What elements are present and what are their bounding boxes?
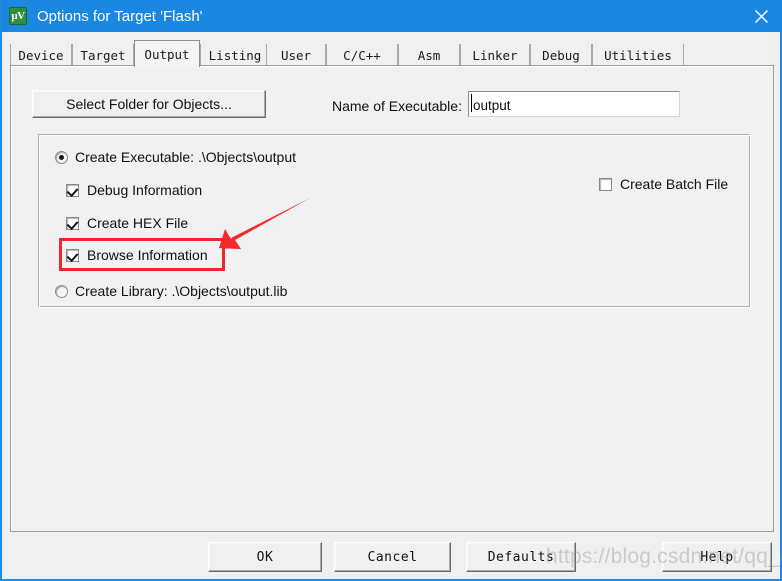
uvision-app-icon: µV (9, 7, 27, 25)
checkbox-browse-information[interactable]: Browse Information (66, 247, 208, 263)
tab-label: Listing (208, 47, 262, 63)
tab-device[interactable]: Device (10, 44, 72, 66)
tab-c-c[interactable]: C/C++ (326, 44, 398, 66)
titlebar: µV Options for Target 'Flash' (2, 0, 782, 32)
tab-listing[interactable]: Listing (200, 44, 270, 66)
tab-label: Asm (417, 47, 441, 63)
checkbox-debug-information[interactable]: Debug Information (66, 182, 202, 198)
defaults-button[interactable]: Defaults (466, 542, 576, 572)
help-button[interactable]: Help (662, 542, 772, 572)
tab-debug[interactable]: Debug (530, 44, 592, 66)
tab-strip: Device Target Output Listing User C/C++ Asm Lin… (10, 40, 776, 67)
name-of-executable-label: Name of Executable: (332, 98, 462, 114)
uvision-app-icon-glyph: µV (11, 10, 25, 22)
radio-create-library[interactable]: Create Library: .\Objects\output.lib (55, 283, 287, 299)
radio-create-library-indicator[interactable] (55, 284, 68, 298)
checkbox-create-hex-file-label: Create HEX File (87, 215, 189, 231)
tab-target[interactable]: Target (72, 44, 134, 66)
checkbox-browse-information-indicator[interactable] (66, 248, 79, 262)
checkbox-create-hex-file-indicator[interactable] (66, 216, 79, 230)
checkbox-debug-information-label: Debug Information (87, 182, 203, 198)
tab-asm[interactable]: Asm (398, 44, 460, 66)
options-dialog-window: µV Options for Target 'Flash' Device Targ… (0, 0, 782, 581)
tab-label: Output (144, 46, 190, 62)
text-caret (471, 94, 472, 112)
checkbox-debug-information-indicator[interactable] (66, 183, 79, 197)
name-of-executable-input[interactable] (468, 91, 680, 117)
ok-button[interactable]: OK (208, 542, 322, 572)
window-title: Options for Target 'Flash' (37, 7, 203, 25)
tab-label: User (280, 47, 312, 63)
tab-label: Linker (472, 47, 518, 63)
radio-create-library-label: Create Library: .\Objects\output.lib (75, 283, 288, 299)
radio-create-executable[interactable]: Create Executable: .\Objects\output (55, 149, 296, 165)
radio-create-executable-indicator[interactable] (55, 150, 68, 164)
tab-user[interactable]: User (266, 44, 326, 66)
checkbox-create-batch-file-label: Create Batch File (620, 176, 729, 192)
cancel-button[interactable]: Cancel (334, 542, 451, 572)
tab-label: Target (80, 47, 126, 63)
checkbox-create-batch-file[interactable]: Create Batch File (599, 176, 728, 192)
tab-label: C/C++ (343, 47, 381, 63)
tab-label: Debug (542, 47, 580, 63)
tab-utilities[interactable]: Utilities (592, 44, 684, 66)
select-folder-for-objects-button[interactable]: Select Folder for Objects... (32, 90, 266, 118)
close-icon[interactable] (738, 0, 782, 32)
tab-label: Device (18, 47, 64, 63)
checkbox-create-batch-file-indicator[interactable] (599, 177, 612, 191)
checkbox-create-hex-file[interactable]: Create HEX File (66, 215, 188, 231)
close-icon-glyph (754, 9, 768, 23)
radio-create-executable-label: Create Executable: .\Objects\output (75, 149, 297, 165)
tab-label: Utilities (604, 47, 672, 63)
tab-linker[interactable]: Linker (460, 44, 530, 66)
tab-output[interactable]: Output (134, 40, 200, 67)
checkbox-browse-information-label: Browse Information (87, 247, 208, 263)
